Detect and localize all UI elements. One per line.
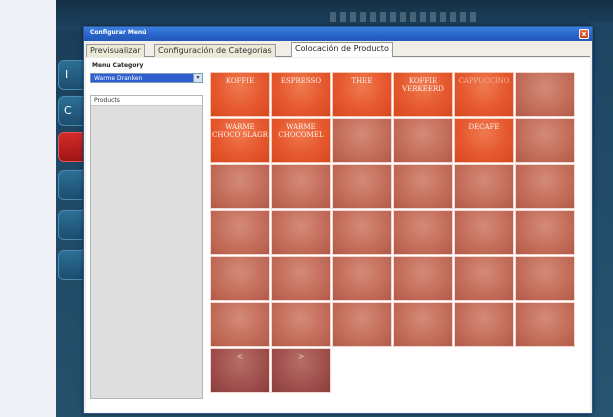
empty-product-slot[interactable] <box>515 256 575 301</box>
tab-category-configuration[interactable]: Configuración de Categorias <box>154 44 276 57</box>
empty-product-slot[interactable] <box>271 210 331 255</box>
empty-product-slot[interactable] <box>332 256 392 301</box>
product-button-label: ESPRESSO <box>280 77 322 85</box>
empty-product-slot[interactable] <box>271 164 331 209</box>
dialog-title: Configurar Menú <box>90 29 147 36</box>
empty-product-slot[interactable] <box>454 256 514 301</box>
empty-product-slot[interactable] <box>515 302 575 347</box>
product-button-label: DECAFE <box>468 123 500 131</box>
prev-page-button[interactable]: < <box>210 348 270 393</box>
empty-product-slot[interactable] <box>393 256 453 301</box>
product-button[interactable]: CAPPUCCINO <box>454 72 514 117</box>
background-side-letter: I <box>65 68 69 81</box>
empty-product-slot[interactable] <box>332 302 392 347</box>
empty-product-slot[interactable] <box>515 72 575 117</box>
product-button[interactable]: WARME CHOCOMEL <box>271 118 331 163</box>
empty-product-slot[interactable] <box>515 210 575 255</box>
tab-label: Colocación de Producto <box>295 44 389 53</box>
product-button[interactable]: DECAFE <box>454 118 514 163</box>
empty-product-slot[interactable] <box>332 164 392 209</box>
empty-product-slot[interactable] <box>515 118 575 163</box>
empty-product-slot[interactable] <box>332 118 392 163</box>
menu-category-select[interactable]: Warme Dranken ▾ <box>90 73 203 83</box>
tab-product-placement[interactable]: Colocación de Producto <box>291 42 393 57</box>
prev-page-label: < <box>236 352 244 361</box>
empty-product-slot[interactable] <box>393 210 453 255</box>
product-button-label: KOFFIE VERKEERD <box>402 77 444 93</box>
products-list-header: Products <box>91 96 202 106</box>
empty-product-slot[interactable] <box>210 302 270 347</box>
empty-product-slot[interactable] <box>454 164 514 209</box>
empty-product-slot[interactable] <box>271 256 331 301</box>
empty-product-slot[interactable] <box>271 302 331 347</box>
empty-product-slot[interactable] <box>454 210 514 255</box>
empty-product-slot[interactable] <box>454 302 514 347</box>
empty-product-slot[interactable] <box>515 164 575 209</box>
close-icon: x <box>581 30 587 38</box>
chevron-down-icon[interactable]: ▾ <box>193 74 202 82</box>
product-button[interactable]: WARME CHOCO SLAGR <box>210 118 270 163</box>
left-panel: Menu Category Warme Dranken ▾ Products <box>90 60 205 399</box>
product-button[interactable]: THEE <box>332 72 392 117</box>
close-button[interactable]: x <box>579 29 589 39</box>
products-list[interactable]: Products <box>90 95 203 399</box>
product-button-label: WARME CHOCO SLAGR <box>212 123 268 139</box>
next-page-button[interactable]: > <box>271 348 331 393</box>
product-button[interactable]: ESPRESSO <box>271 72 331 117</box>
screen: I C Configurar Menú x Previsualizar Conf… <box>0 0 613 417</box>
empty-product-slot[interactable] <box>210 210 270 255</box>
products-header-label: Products <box>94 97 120 104</box>
product-button[interactable]: KOFFIE VERKEERD <box>393 72 453 117</box>
menu-category-value: Warme Dranken <box>94 75 143 82</box>
background-app-title <box>330 12 480 22</box>
product-button-label: WARME CHOCOMEL <box>278 123 324 139</box>
tab-label: Configuración de Categorias <box>158 46 272 55</box>
tab-bar: Previsualizar Configuración de Categoria… <box>86 42 590 57</box>
product-button-label: KOFFIE <box>225 77 255 85</box>
empty-product-slot[interactable] <box>393 302 453 347</box>
product-button[interactable]: KOFFIE <box>210 72 270 117</box>
product-button-label: CAPPUCCINO <box>458 77 510 85</box>
background-app-right-area <box>590 22 613 417</box>
dialog-titlebar[interactable]: Configurar Menú x <box>84 27 592 41</box>
tab-label: Previsualizar <box>90 46 141 55</box>
next-page-label: > <box>297 352 305 361</box>
empty-product-slot[interactable] <box>332 210 392 255</box>
empty-product-slot[interactable] <box>210 256 270 301</box>
tab-content-panel: Menu Category Warme Dranken ▾ Products K… <box>86 58 590 413</box>
configure-menu-dialog: Configurar Menú x Previsualizar Configur… <box>83 26 593 414</box>
empty-product-slot[interactable] <box>393 118 453 163</box>
tab-preview[interactable]: Previsualizar <box>86 44 145 57</box>
product-button-label: THEE <box>351 77 373 85</box>
empty-product-slot[interactable] <box>210 164 270 209</box>
background-side-letter: C <box>64 104 72 117</box>
empty-product-slot[interactable] <box>393 164 453 209</box>
menu-category-label: Menu Category <box>92 62 144 69</box>
